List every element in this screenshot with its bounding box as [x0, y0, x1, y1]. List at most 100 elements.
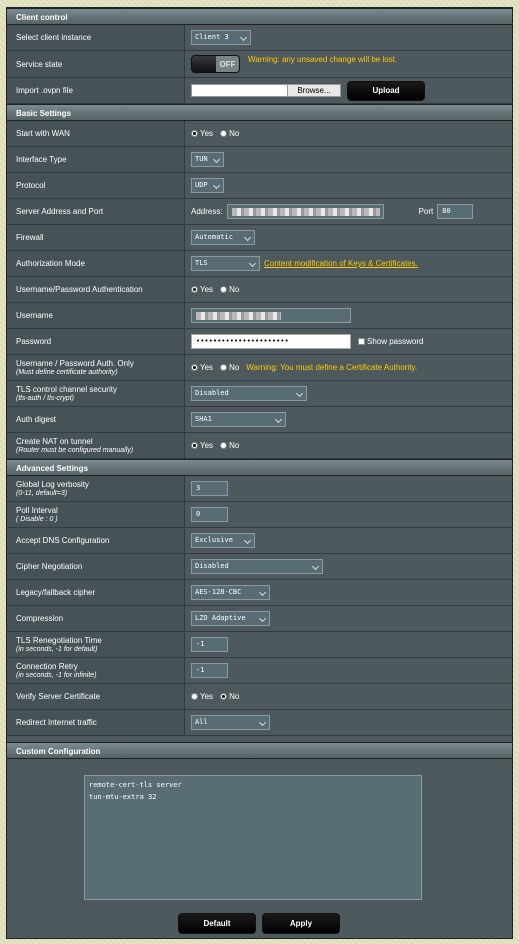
section-client-control: Client control — [7, 8, 512, 25]
address-label: Address: — [191, 207, 223, 216]
auth-digest-select[interactable]: SHA1 — [191, 412, 286, 427]
toggle-knob — [192, 56, 216, 72]
select-instance-label: Select client instance — [16, 33, 92, 42]
verify-cert-yes-radio[interactable]: Yes — [191, 692, 213, 701]
tls-renegotiation-input[interactable]: -1 — [191, 637, 228, 652]
create-nat-label: Create NAT on tunnel — [16, 436, 93, 446]
userpass-only-sublabel: (Must define certificate authority) — [16, 368, 118, 376]
server-address-label: Server Address and Port — [16, 207, 104, 216]
row-tls-channel: TLS control channel security (tls-auth /… — [7, 381, 512, 407]
import-ovpn-label: Import .ovpn file — [16, 86, 73, 95]
create-nat-sublabel: (Router must be configured manually) — [16, 446, 134, 454]
upload-button[interactable]: Upload — [347, 80, 425, 101]
start-wan-no-radio[interactable]: No — [220, 129, 239, 138]
poll-interval-label: Poll Interval — [16, 505, 58, 515]
userpass-auth-label: Username/Password Authentication — [16, 285, 143, 294]
start-wan-yes-radio[interactable]: Yes — [191, 129, 213, 138]
create-nat-no-radio[interactable]: No — [220, 441, 239, 450]
row-poll-interval: Poll Interval ( Disable : 0 ) 0 — [7, 502, 512, 528]
cipher-negotiation-label: Cipher Negotiation — [16, 562, 83, 571]
compression-select[interactable]: LZO Adaptive — [191, 611, 270, 626]
tls-renegotiation-label: TLS Renegotiation Time — [16, 635, 102, 645]
row-interface-type: Interface Type TUN — [7, 147, 512, 173]
file-input[interactable]: Browse... — [191, 84, 341, 97]
connection-retry-sublabel: (in seconds, -1 for infinite) — [16, 671, 97, 679]
userpass-only-no-radio[interactable]: No — [220, 363, 239, 372]
poll-interval-sublabel: ( Disable : 0 ) — [16, 515, 58, 523]
row-service-state: Service state OFF Warning: any unsaved c… — [7, 51, 512, 78]
row-verify-cert: Verify Server Certificate Yes No — [7, 684, 512, 710]
section-basic-settings: Basic Settings — [7, 104, 512, 121]
default-button[interactable]: Default — [178, 913, 256, 934]
firewall-select[interactable]: Automatic — [191, 230, 255, 245]
row-start-wan: Start with WAN Yes No — [7, 121, 512, 147]
certificate-authority-warning: Warning: You must define a Certificate A… — [246, 363, 418, 372]
log-verbosity-sublabel: (0-11, default=3) — [16, 489, 68, 497]
compression-label: Compression — [16, 614, 64, 623]
accept-dns-select[interactable]: Exclusive — [191, 533, 255, 548]
client-instance-select[interactable]: Client 3 — [191, 30, 251, 45]
cipher-negotiation-select[interactable]: Disabled — [191, 559, 323, 574]
row-compression: Compression LZO Adaptive — [7, 606, 512, 632]
row-userpass-only: Username / Password Auth. Only (Must def… — [7, 355, 512, 381]
keys-certificates-link[interactable]: Content modification of Keys & Certifica… — [264, 259, 418, 268]
protocol-select[interactable]: UDP — [191, 178, 224, 193]
start-wan-label: Start with WAN — [16, 129, 70, 138]
row-protocol: Protocol UDP — [7, 173, 512, 199]
redacted-address — [231, 207, 380, 216]
username-input[interactable] — [191, 308, 351, 323]
interface-type-select[interactable]: TUN — [191, 152, 224, 167]
row-tls-renegotiation: TLS Renegotiation Time (in seconds, -1 f… — [7, 632, 512, 658]
section-custom-configuration: Custom Configuration — [7, 742, 512, 759]
file-path-field — [192, 85, 287, 96]
row-userpass-auth: Username/Password Authentication Yes No — [7, 277, 512, 303]
apply-button[interactable]: Apply — [262, 913, 340, 934]
row-auth-mode: Authorization Mode TLS Content modificat… — [7, 251, 512, 277]
username-label: Username — [16, 311, 53, 320]
row-accept-dns: Accept DNS Configuration Exclusive — [7, 528, 512, 554]
auth-digest-label: Auth digest — [16, 415, 57, 424]
userpass-auth-yes-radio[interactable]: Yes — [191, 285, 213, 294]
connection-retry-input[interactable]: -1 — [191, 663, 228, 678]
tls-channel-select[interactable]: Disabled — [191, 386, 307, 401]
password-input[interactable]: •••••••••••••••••••••• — [191, 334, 351, 349]
redacted-username — [196, 311, 281, 320]
toggle-off-label: OFF — [216, 56, 239, 72]
port-label: Port — [418, 207, 434, 216]
service-state-toggle[interactable]: OFF — [191, 55, 240, 73]
password-label: Password — [16, 337, 52, 346]
row-log-verbosity: Global Log verbosity (0-11, default=3) 3 — [7, 476, 512, 502]
show-password-checkbox[interactable]: Show password — [358, 337, 423, 346]
row-legacy-cipher: Legacy/fallback cipher AES-128-CBC — [7, 580, 512, 606]
create-nat-yes-radio[interactable]: Yes — [191, 441, 213, 450]
redirect-traffic-select[interactable]: All — [191, 715, 270, 730]
protocol-label: Protocol — [16, 181, 46, 190]
auth-mode-select[interactable]: TLS — [191, 256, 260, 271]
row-import-ovpn: Import .ovpn file Browse... Upload — [7, 78, 512, 104]
userpass-auth-no-radio[interactable]: No — [220, 285, 239, 294]
row-connection-retry: Connection Retry (in seconds, -1 for inf… — [7, 658, 512, 684]
section-advanced-settings: Advanced Settings — [7, 459, 512, 476]
auth-mode-label: Authorization Mode — [16, 259, 85, 268]
connection-retry-label: Connection Retry — [16, 661, 78, 671]
row-create-nat: Create NAT on tunnel (Router must be con… — [7, 433, 512, 459]
tls-renegotiation-sublabel: (in seconds, -1 for default) — [16, 645, 98, 653]
port-input[interactable]: 80 — [437, 204, 474, 219]
row-firewall: Firewall Automatic — [7, 225, 512, 251]
verify-cert-no-radio[interactable]: No — [220, 692, 239, 701]
tls-channel-label: TLS control channel security — [16, 384, 117, 394]
checkbox-box — [358, 338, 365, 345]
legacy-cipher-label: Legacy/fallback cipher — [16, 588, 96, 597]
accept-dns-label: Accept DNS Configuration — [16, 536, 110, 545]
legacy-cipher-select[interactable]: AES-128-CBC — [191, 585, 270, 600]
userpass-only-yes-radio[interactable]: Yes — [191, 363, 213, 372]
tls-channel-sublabel: (tls-auth / tls-crypt) — [16, 394, 74, 402]
poll-interval-input[interactable]: 0 — [191, 507, 228, 522]
row-select-instance: Select client instance Client 3 — [7, 25, 512, 51]
log-verbosity-input[interactable]: 3 — [191, 481, 228, 496]
browse-button[interactable]: Browse... — [287, 85, 340, 96]
custom-config-textarea[interactable]: remote-cert-tls server tun-mtu-extra 32 — [84, 775, 422, 900]
row-password: Password •••••••••••••••••••••• Show pas… — [7, 329, 512, 355]
server-address-input[interactable] — [226, 204, 384, 219]
redirect-traffic-label: Redirect Internet traffic — [16, 718, 97, 727]
